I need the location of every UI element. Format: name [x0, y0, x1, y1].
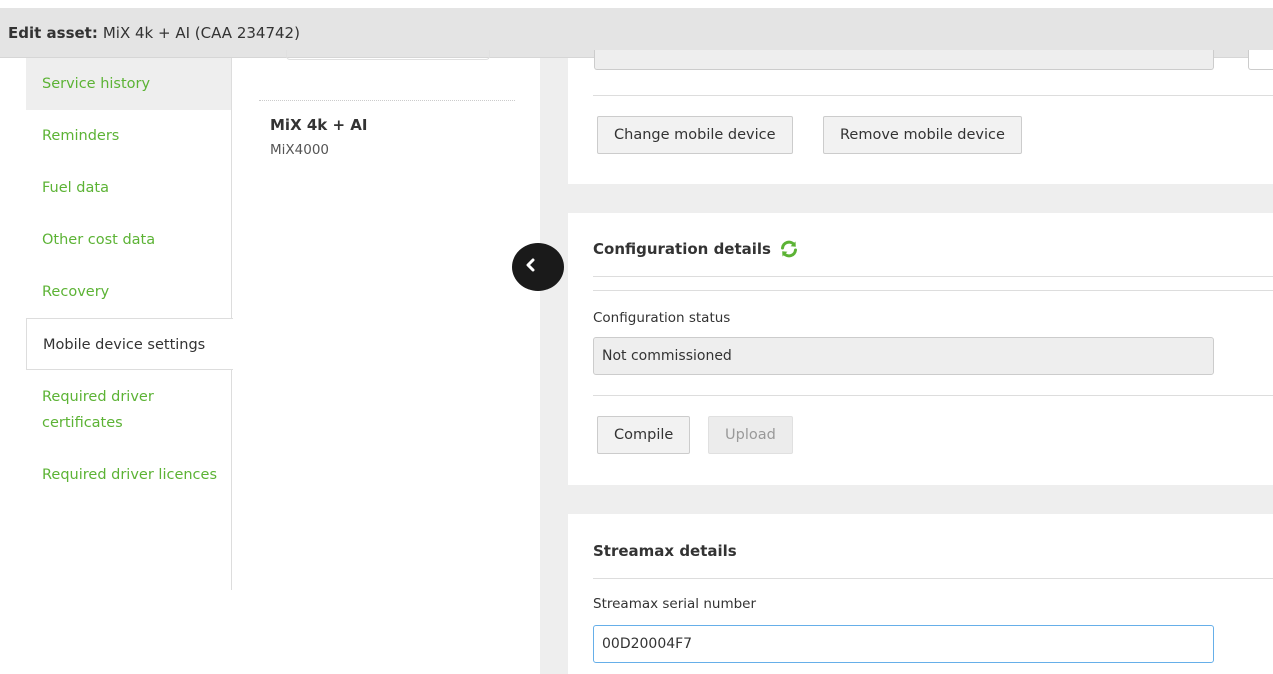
- asset-list-item-name[interactable]: MiX 4k + AI: [270, 116, 367, 134]
- configuration-details-title: Configuration details: [593, 239, 799, 259]
- main-content: Change mobile device Remove mobile devic…: [540, 50, 1273, 674]
- sidebar-item-service-history[interactable]: Service history: [26, 58, 231, 110]
- sidebar-item-mobile-device-settings[interactable]: Mobile device settings: [26, 318, 233, 370]
- configuration-status-label: Configuration status: [593, 310, 731, 326]
- change-mobile-device-button[interactable]: Change mobile device: [597, 116, 793, 154]
- configuration-details-label: Configuration details: [593, 240, 771, 258]
- divider: [593, 395, 1273, 396]
- header-label: Edit asset:: [8, 23, 98, 42]
- streamax-serial-label: Streamax serial number: [593, 596, 757, 612]
- mobile-device-side-field-partial: [1248, 50, 1273, 70]
- streamax-details-title: Streamax details: [593, 542, 737, 560]
- sidebar-item-other-cost-data[interactable]: Other cost data: [26, 214, 231, 266]
- divider: [593, 290, 1273, 291]
- streamax-serial-input[interactable]: [593, 625, 1214, 663]
- compile-button[interactable]: Compile: [597, 416, 691, 454]
- sidebar-item-reminders[interactable]: Reminders: [26, 110, 231, 162]
- sidebar-item-recovery[interactable]: Recovery: [26, 266, 231, 318]
- divider: [593, 276, 1273, 277]
- search-box-partial[interactable]: [286, 50, 490, 60]
- divider: [593, 578, 1273, 579]
- sidebar: Service history Reminders Fuel data Othe…: [26, 58, 233, 590]
- refresh-icon[interactable]: [779, 239, 799, 259]
- asset-list-column: MiX 4k + AI MiX4000: [232, 50, 540, 674]
- collapse-panel-button[interactable]: [512, 243, 564, 291]
- mobile-device-field-partial: [594, 50, 1214, 70]
- sidebar-item-required-driver-certificates[interactable]: Required driver certificates: [26, 370, 231, 448]
- sidebar-item-fuel-data[interactable]: Fuel data: [26, 162, 231, 214]
- upload-button[interactable]: Upload: [708, 416, 793, 454]
- header-asset-title: MiX 4k + AI (CAA 234742): [102, 23, 300, 42]
- configuration-details-panel: Configuration details Configuration stat…: [568, 213, 1273, 485]
- top-strip: [0, 0, 1273, 8]
- mobile-device-panel: Change mobile device Remove mobile devic…: [568, 50, 1273, 184]
- asset-list-item-model: MiX4000: [270, 142, 330, 158]
- streamax-details-panel: Streamax details Streamax serial number: [568, 514, 1273, 674]
- chevron-left-icon: [524, 258, 536, 276]
- sidebar-item-required-driver-licences[interactable]: Required driver licences: [26, 448, 231, 526]
- list-divider: [259, 100, 515, 101]
- configuration-status-field: Not commissioned: [593, 337, 1214, 375]
- remove-mobile-device-button[interactable]: Remove mobile device: [823, 116, 1022, 154]
- divider: [593, 95, 1273, 96]
